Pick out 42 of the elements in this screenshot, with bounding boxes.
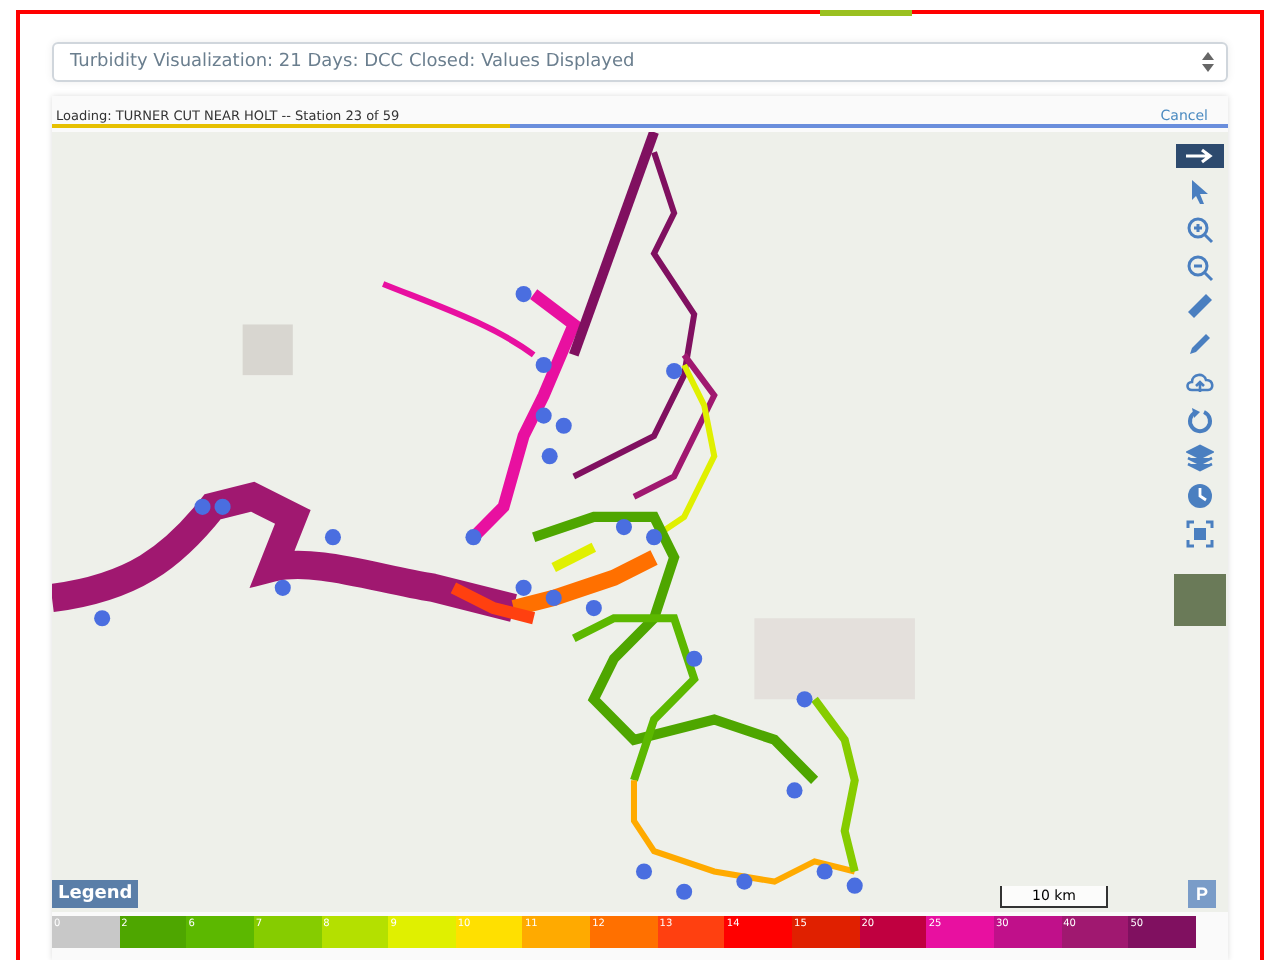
refresh-icon[interactable]	[1186, 406, 1214, 434]
station-marker	[214, 498, 231, 515]
station-marker	[94, 610, 111, 627]
station-marker	[816, 863, 833, 880]
station-marker	[615, 518, 632, 536]
station-marker	[515, 285, 532, 303]
station-marker	[786, 782, 803, 799]
station-marker	[796, 691, 813, 708]
clock-icon[interactable]	[1186, 482, 1214, 510]
legend-button[interactable]: Legend	[52, 880, 139, 908]
active-tab-indicator	[820, 10, 912, 16]
layers-icon[interactable]	[1186, 444, 1214, 472]
station-marker	[666, 362, 683, 380]
station-marker	[515, 579, 532, 596]
pencil-icon[interactable]	[1186, 330, 1214, 358]
visualization-dropdown[interactable]: Turbidity Visualization: 21 Days: DCC Closed: Values Displayed	[52, 42, 1228, 82]
fullscreen-icon[interactable]	[1186, 520, 1214, 548]
ruler-icon[interactable]	[1186, 292, 1214, 320]
cloud-upload-icon[interactable]	[1186, 368, 1214, 396]
station-marker	[465, 529, 482, 546]
station-marker	[535, 356, 552, 374]
collapse-toolbar-button[interactable]	[1176, 144, 1224, 168]
station-marker	[636, 863, 653, 880]
station-marker	[274, 579, 291, 596]
station-marker	[686, 650, 703, 667]
caret-icon	[1202, 52, 1214, 72]
town-area	[242, 324, 293, 376]
print-button[interactable]: P	[1188, 880, 1216, 908]
station-marker	[555, 417, 572, 434]
station-marker	[676, 883, 693, 900]
station-marker	[535, 407, 552, 424]
station-marker	[541, 448, 558, 465]
zoom-out-icon[interactable]	[1186, 254, 1214, 282]
station-marker	[194, 498, 211, 515]
station-marker	[646, 529, 663, 546]
station-marker	[324, 529, 341, 546]
station-marker	[846, 877, 863, 894]
station-marker	[585, 600, 602, 617]
station-marker	[545, 589, 562, 607]
station-marker	[736, 873, 753, 890]
zoom-in-icon[interactable]	[1186, 216, 1214, 244]
basemap-thumbnail[interactable]	[1174, 574, 1226, 626]
